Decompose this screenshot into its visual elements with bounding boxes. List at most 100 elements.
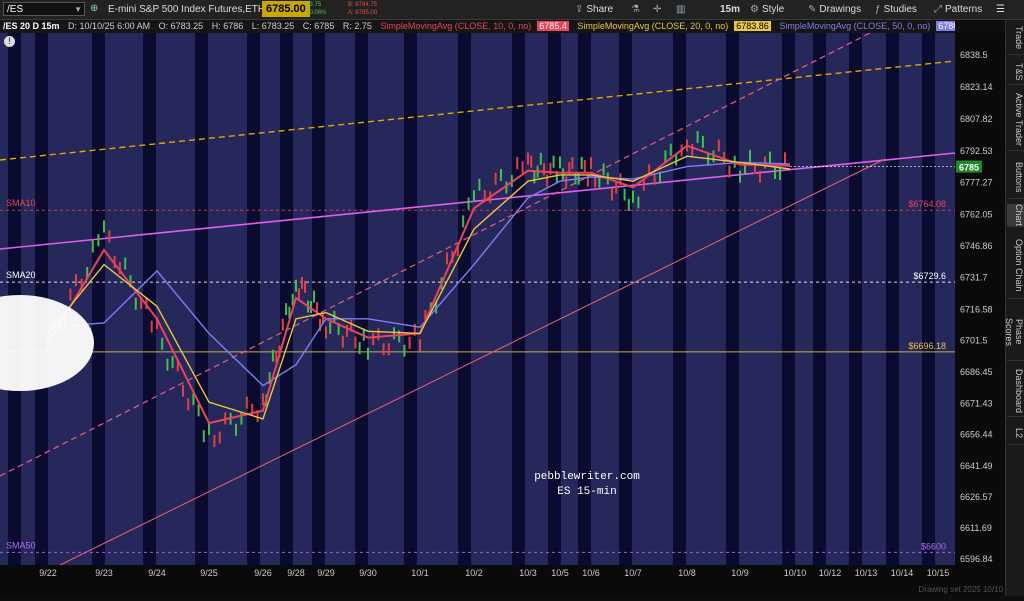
patterns-menu[interactable]: ⤢ Patterns <box>934 2 982 17</box>
sidebar-tab-t-s[interactable]: T&S <box>1007 60 1024 85</box>
flask-button[interactable]: ⚗ <box>631 2 643 17</box>
footer-note: Drawing set 2025 10/10 <box>919 585 1004 594</box>
sidebar-tab-trade[interactable]: Trade <box>1007 22 1024 55</box>
night-session-band <box>280 33 293 565</box>
level-label-sma50: SMA50 <box>6 540 36 550</box>
sidebar-tab-buttons[interactable]: Buttons <box>1007 156 1024 199</box>
price-tick-label: 6611.69 <box>960 523 992 533</box>
date-tick-label: 10/7 <box>624 568 642 578</box>
night-session-band <box>813 33 826 565</box>
studies-menu[interactable]: ƒ Studies <box>875 2 917 17</box>
night-session-band <box>92 33 105 565</box>
price-tick-label: 6746.86 <box>960 241 993 251</box>
night-session-band <box>922 33 935 565</box>
bid-value: B: 6784.75 <box>348 2 378 8</box>
studies-icon: ƒ <box>875 4 881 15</box>
split-view-icon: ▥ <box>676 4 686 15</box>
crosshair-icon: ✛ <box>653 4 662 15</box>
link-icon[interactable]: ⊕ <box>90 3 98 14</box>
symbol-value: /ES <box>7 4 24 15</box>
sidebar-tab-active-trader[interactable]: Active Trader <box>1007 90 1024 151</box>
sidebar-tab-l2[interactable]: L2 <box>1007 422 1024 445</box>
pencil-icon: ✎ <box>808 4 817 15</box>
right-sidebar: Trade T&S Active Trader Buttons Chart Option … <box>1004 20 1024 596</box>
date-tick-label: 9/23 <box>95 568 113 578</box>
change-percent: +0.06% <box>306 10 327 16</box>
split-view-button[interactable]: ▥ <box>676 2 688 17</box>
date-tick-label: 10/6 <box>582 568 600 578</box>
current-price-tag: 6785 <box>959 163 979 173</box>
change-readout: +3.75 +0.06% <box>306 1 327 17</box>
price-tick-label: 6626.57 <box>960 492 993 502</box>
date-tick-label: 10/1 <box>411 568 429 578</box>
chart-title: /ES 20 D 15m <box>3 21 60 31</box>
night-session-band <box>849 33 862 565</box>
date-tick-label: 10/8 <box>678 568 696 578</box>
price-chart[interactable]: SMA10 $6764.08 SMA20 $6729.6 $6696.18 SMA50 $6… <box>0 32 956 566</box>
date-tick-label: 9/28 <box>287 568 305 578</box>
date-tick-label: 10/2 <box>465 568 483 578</box>
last-price-badge: 6785.00 <box>262 1 310 17</box>
bar-range: R: 2.75 <box>342 21 372 31</box>
bar-date: D: 10/10/25 6:00 AM <box>68 21 151 31</box>
menu-icon[interactable]: ☰ <box>996 2 1005 17</box>
interval-selector[interactable]: 15m <box>720 2 740 17</box>
sidebar-tab-option-chain[interactable]: Option Chain <box>1007 232 1024 299</box>
sma20-legend[interactable]: SimpleMovingAvg (CLOSE, 20, 0, no) <box>577 21 728 31</box>
chevron-down-icon[interactable]: ▼ <box>74 3 82 17</box>
price-tick-label: 6807.82 <box>960 114 993 124</box>
bar-low: L: 6783.25 <box>251 21 295 31</box>
date-tick-label: 9/30 <box>359 568 377 578</box>
watermark: pebblewriter.com ES 15-min <box>487 470 687 500</box>
price-tick-label: 6656.44 <box>960 430 993 440</box>
sma10-value: 6785.4 <box>537 21 569 31</box>
level-value-sma20: $6729.6 <box>913 271 946 281</box>
level-value-sma10: $6764.08 <box>908 199 946 209</box>
sma20-value: 6783.86 <box>734 21 771 31</box>
sma10-legend[interactable]: SimpleMovingAvg (CLOSE, 10, 0, no) <box>380 21 531 31</box>
bar-high: H: 6786 <box>211 21 244 31</box>
drawings-menu[interactable]: ✎ Drawings <box>808 2 861 17</box>
price-axis[interactable]: 6838.5 6823.14 6807.82 6792.53 6777.27 6762.0… <box>955 33 1005 565</box>
share-icon: ⇪ <box>575 4 584 15</box>
date-tick-label: 9/25 <box>200 568 218 578</box>
collapse-icon[interactable]: ! <box>4 36 15 47</box>
level-label-sma20: SMA20 <box>6 270 36 280</box>
style-label: Style <box>761 4 785 15</box>
date-tick-label: 10/14 <box>891 568 914 578</box>
sidebar-tab-phase-scores[interactable]: Phase Scores <box>1004 304 1024 361</box>
time-axis-svg: 9/22 9/23 9/24 9/25 9/26 9/28 9/29 9/30 10/1 10/2… <box>0 565 1005 596</box>
date-tick-label: 10/13 <box>855 568 878 578</box>
flask-icon: ⚗ <box>631 4 640 15</box>
price-tick-label: 6686.45 <box>960 367 993 377</box>
price-tick-label: 6641.49 <box>960 461 993 471</box>
drawings-label: Drawings <box>819 4 862 15</box>
price-chart-svg[interactable]: SMA10 $6764.08 SMA20 $6729.6 $6696.18 SMA50 $6… <box>0 32 956 566</box>
chart-toolbar: /ES ▼ ⊕ E-mini S&P 500 Index Futures,ETH… <box>0 0 1024 20</box>
share-button[interactable]: ⇪ Share <box>575 2 613 17</box>
bar-close: C: 6785 <box>302 21 335 31</box>
night-session-band <box>247 33 260 565</box>
price-tick-label: 6762.05 <box>960 209 993 219</box>
price-tick-label: 6823.14 <box>960 82 993 92</box>
date-tick-label: 9/22 <box>39 568 57 578</box>
sidebar-tab-chart[interactable]: Chart <box>1007 204 1024 227</box>
time-axis[interactable]: 9/22 9/23 9/24 9/25 9/26 9/28 9/29 9/30 10/1 10/2… <box>0 565 1005 596</box>
bid-ask-readout: B: 6784.75 A: 6785.00 <box>348 1 377 17</box>
sidebar-tab-dashboard[interactable]: Dashboard <box>1007 366 1024 417</box>
crosshair-button[interactable]: ✛ <box>653 2 664 17</box>
price-tick-label: 6731.7 <box>960 273 988 283</box>
date-tick-label: 9/29 <box>317 568 335 578</box>
ask-value: A: 6785.00 <box>348 10 378 16</box>
date-tick-label: 9/24 <box>148 568 166 578</box>
level-label-sma10: SMA10 <box>6 198 36 208</box>
night-session-band <box>726 33 739 565</box>
night-session-band <box>143 33 156 565</box>
night-session-band <box>886 33 899 565</box>
price-tick-label: 6701.5 <box>960 336 988 346</box>
date-tick-label: 10/15 <box>927 568 950 578</box>
bar-open: O: 6783.25 <box>158 21 204 31</box>
style-menu[interactable]: ⚙ Style <box>750 2 784 17</box>
symbol-input[interactable]: /ES ▼ <box>3 2 85 16</box>
sma50-legend[interactable]: SimpleMovingAvg (CLOSE, 50, 0, no) <box>779 21 930 31</box>
